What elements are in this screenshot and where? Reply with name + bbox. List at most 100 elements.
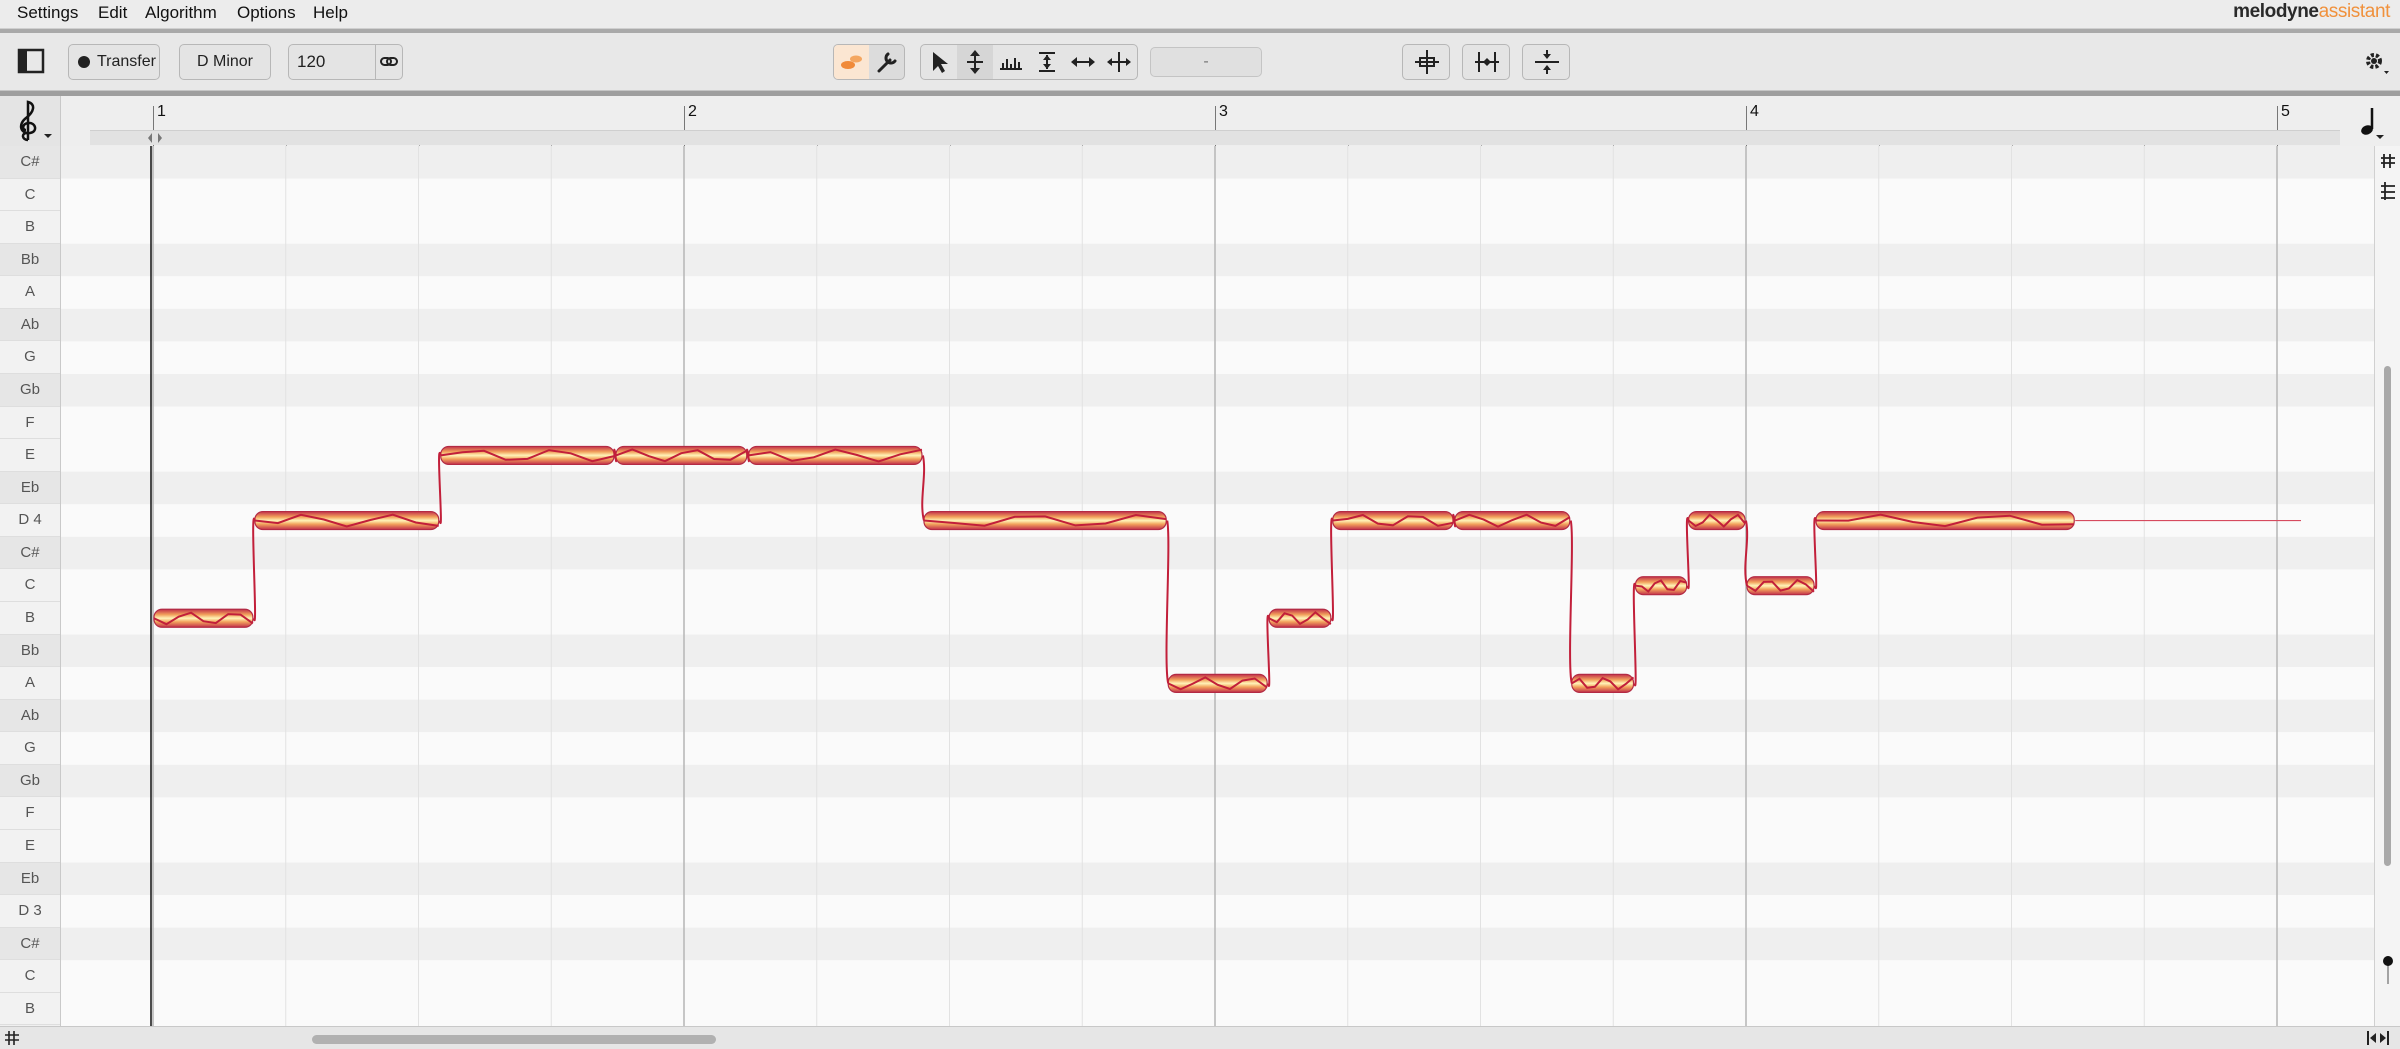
value-field[interactable]: - <box>1150 47 1262 77</box>
menu-settings[interactable]: Settings <box>17 0 78 28</box>
note-blob[interactable] <box>1746 576 1815 596</box>
pitch-row <box>61 960 2374 993</box>
sidebar-toggle-button[interactable] <box>16 46 48 78</box>
tempo-field[interactable]: 120 <box>288 44 403 80</box>
transfer-label: Transfer <box>97 53 156 70</box>
edit-tools-group <box>920 44 1138 80</box>
note-blob[interactable] <box>1571 673 1635 694</box>
pitch-label: B <box>0 992 60 1026</box>
scale-snap-icon[interactable] <box>2 1027 26 1049</box>
pitch-row <box>61 797 2374 830</box>
note-blob[interactable] <box>1687 510 1746 531</box>
time-tool-button[interactable] <box>1065 45 1101 79</box>
zoom-slider-icon[interactable] <box>2375 946 2400 986</box>
note-blob[interactable] <box>615 445 748 466</box>
note-blob[interactable] <box>153 608 254 628</box>
ruler-strip[interactable] <box>90 130 2340 145</box>
note-body <box>923 510 1167 531</box>
pitch-row <box>61 211 2374 244</box>
note-blob[interactable] <box>1815 510 2075 531</box>
note-blob[interactable] <box>1454 510 1571 531</box>
pitch-label: C <box>0 178 60 212</box>
bar-number: 3 <box>1219 103 1228 120</box>
pitch-row <box>61 308 2374 342</box>
pitch-label: D 3 <box>0 895 60 928</box>
pitch-row <box>61 732 2374 765</box>
brand-logo: melodyneassistant <box>2233 1 2390 22</box>
main-tool-group <box>833 44 905 80</box>
zoom-to-fit-icon[interactable] <box>2364 1027 2392 1049</box>
note-blob[interactable] <box>1332 510 1454 531</box>
pointer-tool-icon <box>933 52 948 73</box>
formant-tool-icon <box>1039 52 1055 72</box>
time-tool-icon <box>1071 57 1095 67</box>
pointer-tool-button[interactable] <box>921 45 957 79</box>
menu-algorithm[interactable]: Algorithm <box>145 0 217 28</box>
transfer-button[interactable]: Transfer <box>68 44 160 80</box>
vertical-scrollbar-thumb[interactable] <box>2384 366 2391 866</box>
scale-icon[interactable] <box>2375 150 2400 210</box>
pitch-label: Eb <box>0 471 60 505</box>
pitch-row <box>61 862 2374 896</box>
pitch-label: G <box>0 732 60 765</box>
pitch-label: Bb <box>0 634 60 668</box>
tempo-value: 120 <box>297 52 326 71</box>
pitch-label: B <box>0 601 60 635</box>
amplitude-tool-icon <box>1000 58 1022 70</box>
record-icon <box>78 56 90 68</box>
blob-tool-button[interactable] <box>834 45 869 79</box>
bar-number: 4 <box>1750 103 1759 120</box>
note-blob[interactable] <box>1167 673 1268 694</box>
pitch-drift-icon <box>1535 50 1559 74</box>
note-editor-canvas[interactable] <box>61 146 2374 1026</box>
pitch-row <box>61 895 2374 928</box>
pitch-tool-button[interactable] <box>957 45 993 79</box>
menu-bar: Settings Edit Algorithm Options Help mel… <box>0 0 2400 29</box>
note-blob[interactable] <box>254 510 440 531</box>
note-blob[interactable] <box>1634 576 1688 596</box>
macro-tool-button[interactable] <box>870 45 905 79</box>
menu-edit[interactable]: Edit <box>98 0 127 28</box>
key-button[interactable]: D Minor <box>179 44 271 80</box>
menu-help[interactable]: Help <box>313 0 348 28</box>
pitch-drift-button[interactable] <box>1522 44 1570 80</box>
pitch-ruler[interactable]: C# C B Bb A Ab G Gb F E Eb D 4 C# C B Bb A Ab G Gb F E Eb D 3 C#… <box>0 146 61 1026</box>
pitch-row <box>61 471 2374 505</box>
note-blob[interactable] <box>748 445 923 466</box>
note-body <box>1167 673 1268 694</box>
pitch-row <box>61 146 2374 179</box>
pitch-label: F <box>0 406 60 440</box>
note-value-button[interactable] <box>2356 102 2386 142</box>
note-editor-grid[interactable] <box>61 146 2374 1026</box>
note-blob[interactable] <box>923 510 1167 531</box>
quantize-time-icon <box>1475 52 1499 72</box>
quarter-note-icon <box>2361 108 2384 139</box>
clef-button[interactable] <box>0 96 61 146</box>
treble-clef-icon <box>19 100 52 142</box>
sidebar-icon <box>17 48 45 74</box>
tempo-link-button[interactable] <box>375 45 402 79</box>
formant-tool-button[interactable] <box>1029 45 1065 79</box>
pitch-label: C# <box>0 536 60 570</box>
pitch-row <box>61 536 2374 570</box>
note-blob[interactable] <box>1268 608 1332 628</box>
pitch-center-button[interactable] <box>1402 44 1450 80</box>
pitch-label: D 4 <box>0 504 60 537</box>
pitch-center-icon <box>1415 50 1439 74</box>
pitch-row <box>61 373 2374 407</box>
note-blob[interactable] <box>440 445 615 466</box>
horizontal-scrollbar-thumb[interactable] <box>312 1035 716 1044</box>
settings-button[interactable] <box>2362 49 2392 77</box>
pitch-row <box>61 764 2374 798</box>
playhead-marker-icon <box>148 133 162 143</box>
pitch-label: Ab <box>0 308 60 342</box>
note-separation-tool-button[interactable] <box>1101 45 1137 79</box>
amplitude-tool-button[interactable] <box>993 45 1029 79</box>
bar-number: 5 <box>2281 103 2290 120</box>
quantize-time-button[interactable] <box>1462 44 1510 80</box>
menu-options[interactable]: Options <box>237 0 296 28</box>
pitch-row <box>61 243 2374 277</box>
note-body <box>440 445 615 466</box>
pitch-row <box>61 439 2374 472</box>
pitch-label: F <box>0 797 60 830</box>
